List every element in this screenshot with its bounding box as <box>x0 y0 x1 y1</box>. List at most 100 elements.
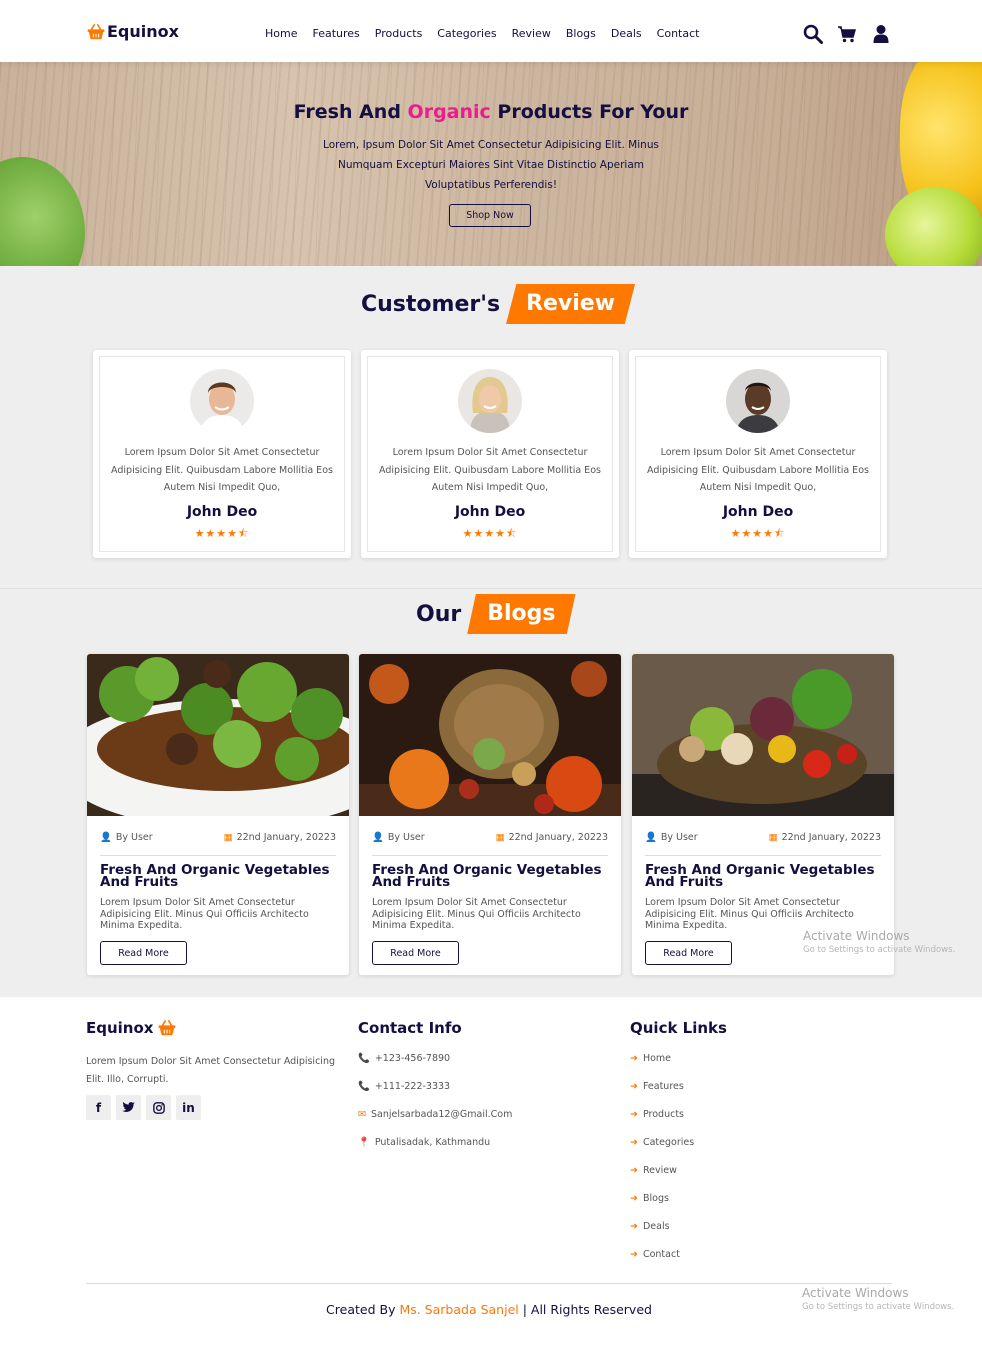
footer-about: Lorem Ipsum Dolor Sit Amet Consectetur A… <box>86 1056 335 1085</box>
blog-date: ▦ 22nd January, 20223 <box>496 832 608 855</box>
credit-end: | All Rights Reserved <box>518 1302 652 1317</box>
shop-now-button[interactable]: Shop Now <box>449 204 531 227</box>
twitter-icon[interactable] <box>116 1095 141 1120</box>
quick-link-label: Deals <box>642 1221 670 1232</box>
user-icon: 👤 <box>100 832 112 843</box>
contact-address[interactable]: 📍 Putalisadak, Kathmandu <box>358 1137 512 1165</box>
blog-card: 👤 By User ▦ 22nd January, 20223 Fresh And … <box>359 654 621 975</box>
nav-contact[interactable]: Contact <box>657 27 700 40</box>
reviewer-name: John Deo <box>186 504 258 520</box>
blog-meta: 👤 By User ▦ 22nd January, 20223 <box>372 832 608 856</box>
star-rating: ★★★★⯪ <box>462 527 518 540</box>
review-card: Lorem Ipsum Dolor Sit Amet Consectetur A… <box>93 350 351 558</box>
quick-link-label: Blogs <box>642 1193 669 1204</box>
contact-email[interactable]: ✉ Sanjelsarbada12@Gmail.Com <box>358 1109 512 1137</box>
quick-link-label: Products <box>642 1109 684 1120</box>
blog-image-harvest <box>359 654 621 816</box>
header: Equinox Home Features Products Categorie… <box>0 0 982 62</box>
logo[interactable]: Equinox <box>87 22 179 41</box>
quick-link-review[interactable]: ➜ Review <box>630 1165 694 1193</box>
nav-deals[interactable]: Deals <box>611 27 642 40</box>
blog-title: Fresh And Organic Vegetables And Fruits <box>645 862 875 890</box>
quick-link-label: Features <box>642 1081 684 1092</box>
facebook-icon[interactable]: f <box>86 1095 111 1120</box>
linkedin-icon[interactable]: in <box>176 1095 201 1120</box>
blog-author-text: By User <box>387 832 425 843</box>
contact-email-text: Sanjelsarbada12@Gmail.Com <box>370 1109 513 1120</box>
read-more-button[interactable]: Read More <box>372 941 459 965</box>
reviewer-name: John Deo <box>454 504 526 520</box>
quick-link-contact[interactable]: ➜ Contact <box>630 1249 694 1277</box>
arrow-right-icon: ➜ <box>630 1249 638 1260</box>
blog-date-text: 22nd January, 20223 <box>236 832 336 843</box>
calendar-icon: ▦ <box>495 832 505 843</box>
user-icon[interactable] <box>871 24 891 44</box>
contact-phone-2[interactable]: 📞 +111-222-3333 <box>358 1081 512 1109</box>
avatar <box>458 369 522 433</box>
contact-phone-1-text: +123-456-7890 <box>374 1053 451 1064</box>
calendar-icon: ▦ <box>768 832 778 843</box>
blog-text: Lorem Ipsum Dolor Sit Amet Consectetur A… <box>372 897 581 931</box>
credit-author-link[interactable]: Ms. Sarbada Sanjel <box>399 1302 518 1317</box>
hero-title-start: Fresh And <box>293 101 408 123</box>
map-marker-icon: 📍 <box>358 1137 370 1148</box>
envelope-icon: ✉ <box>358 1109 366 1120</box>
phone-icon: 📞 <box>358 1081 370 1092</box>
half-star-icon: ⯪ <box>506 527 518 540</box>
blogs-heading-start: Our <box>416 601 462 627</box>
blog-title: Fresh And Organic Vegetables And Fruits <box>100 862 330 890</box>
read-more-button[interactable]: Read More <box>645 941 732 965</box>
blog-image-basket <box>632 654 894 816</box>
blog-title: Fresh And Organic Vegetables And Fruits <box>372 862 602 890</box>
quick-link-label: Review <box>642 1165 677 1176</box>
blog-card: 👤 By User ▦ 22nd January, 20223 Fresh And … <box>632 654 894 975</box>
blog-image-broccoli <box>87 654 349 816</box>
quick-link-products[interactable]: ➜ Products <box>630 1109 694 1137</box>
nav-home[interactable]: Home <box>265 27 297 40</box>
watermark-title: Activate Windows <box>802 1286 909 1300</box>
search-icon[interactable] <box>803 24 823 44</box>
blog-date: ▦ 22nd January, 20223 <box>224 832 336 855</box>
blog-author: 👤 By User <box>100 832 153 855</box>
main-nav: Home Features Products Categories Review… <box>265 27 699 40</box>
quick-link-categories[interactable]: ➜ Categories <box>630 1137 694 1165</box>
nav-blogs[interactable]: Blogs <box>566 27 596 40</box>
hero-title: Fresh And Organic Products For Your <box>0 101 982 123</box>
nav-review[interactable]: Review <box>512 27 551 40</box>
review-heading: Customer's Review <box>361 284 636 324</box>
contact-list: 📞 +123-456-7890 📞 +111-222-3333 ✉ Sanjelsar… <box>358 1053 512 1165</box>
social-links: f in <box>86 1095 201 1120</box>
watermark-subtitle: Go to Settings to activate Windows. <box>802 1302 955 1312</box>
quick-link-blogs[interactable]: ➜ Blogs <box>630 1193 694 1221</box>
contact-phone-2-text: +111-222-3333 <box>374 1081 451 1092</box>
quick-link-label: Contact <box>642 1249 680 1260</box>
instagram-icon[interactable] <box>146 1095 171 1120</box>
read-more-button[interactable]: Read More <box>100 941 187 965</box>
blog-text: Lorem Ipsum Dolor Sit Amet Consectetur A… <box>645 897 854 931</box>
quick-link-home[interactable]: ➜ Home <box>630 1053 694 1081</box>
arrow-right-icon: ➜ <box>630 1193 638 1204</box>
hero-text: Lorem, Ipsum Dolor Sit Amet Consectetur … <box>323 139 659 191</box>
nav-products[interactable]: Products <box>375 27 423 40</box>
activation-watermark: Activate Windows Go to Settings to activ… <box>802 1286 954 1312</box>
arrow-right-icon: ➜ <box>630 1081 638 1092</box>
quick-link-features[interactable]: ➜ Features <box>630 1081 694 1109</box>
activation-watermark: Activate Windows Go to Settings to activ… <box>803 929 955 955</box>
avatar <box>726 369 790 433</box>
review-heading-start: Customer's <box>361 291 501 317</box>
header-icons <box>803 24 891 44</box>
contact-info-title: Contact Info <box>358 1019 462 1037</box>
blog-date-text: 22nd January, 20223 <box>508 832 608 843</box>
blogs-heading: Our Blogs <box>416 594 576 634</box>
review-section: Customer's Review Lorem Ipsum Dolor Sit … <box>0 266 982 588</box>
contact-phone-1[interactable]: 📞 +123-456-7890 <box>358 1053 512 1081</box>
review-text: Lorem Ipsum Dolor Sit Amet Consectetur A… <box>379 447 601 493</box>
basket-icon <box>159 1020 176 1036</box>
nav-features[interactable]: Features <box>312 27 359 40</box>
quick-link-deals[interactable]: ➜ Deals <box>630 1221 694 1249</box>
nav-categories[interactable]: Categories <box>437 27 496 40</box>
blog-date-text: 22nd January, 20223 <box>781 832 881 843</box>
arrow-right-icon: ➜ <box>630 1221 638 1232</box>
blogs-heading-accent: Blogs <box>467 594 576 634</box>
cart-icon[interactable] <box>837 24 857 44</box>
